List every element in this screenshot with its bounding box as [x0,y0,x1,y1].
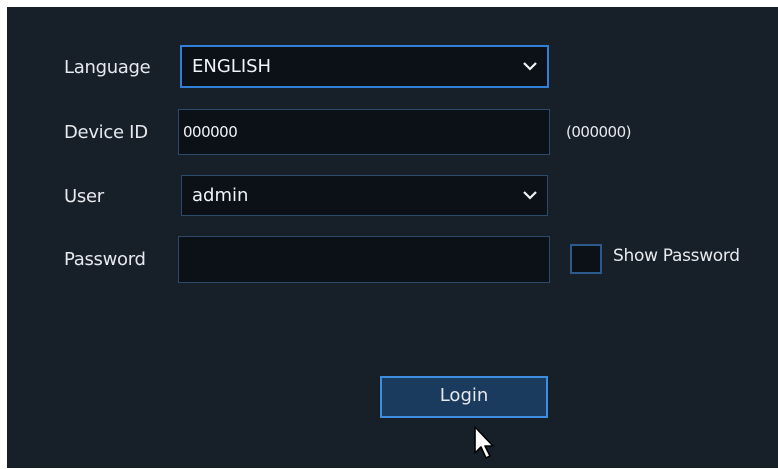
user-value: admin [192,185,249,206]
language-select[interactable]: ENGLISH [180,45,549,88]
password-label: Password [64,249,146,270]
device-id-label: Device ID [64,122,148,143]
login-button-label: Login [439,384,489,406]
user-label: User [64,186,104,207]
show-password-checkbox[interactable] [570,244,602,274]
mouse-cursor-icon [473,425,497,465]
language-value: ENGLISH [192,56,272,77]
device-id-hint: (000000) [566,123,631,141]
login-button[interactable]: Login [380,376,548,418]
chevron-down-icon [513,176,547,215]
user-select[interactable]: admin [181,175,548,216]
show-password-label[interactable]: Show Password [613,246,740,266]
password-field[interactable] [178,236,550,283]
language-label: Language [64,57,151,78]
login-panel: Language ENGLISH Device ID 000000 (00000… [7,7,778,468]
device-id-field[interactable]: 000000 [178,109,550,155]
chevron-down-icon [513,47,547,86]
device-id-value: 000000 [183,123,238,141]
